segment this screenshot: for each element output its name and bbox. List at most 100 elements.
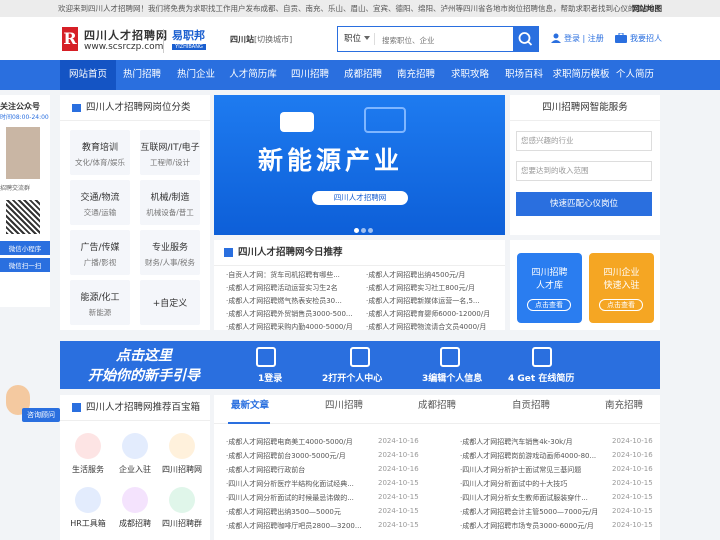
article-item[interactable]: ·四川人才网分析医疗半结构化面试经典... <box>226 479 368 489</box>
nav-item-hot-jobs[interactable]: 热门招聘 <box>116 60 168 90</box>
category-name: 机械/制造 <box>150 193 190 203</box>
article-item[interactable]: ·成都人才网招聘咖啡厅吧员2800—3200... <box>226 521 368 531</box>
toolbox-chengdu-jobs[interactable]: 成都招聘 <box>110 487 160 529</box>
station-switch[interactable]: 四川站[切换城市] <box>230 34 292 45</box>
view-button[interactable]: 点击查看 <box>599 299 643 311</box>
category-professional[interactable]: 专业服务 财务/人事/税务 <box>140 230 200 275</box>
nav-item-templates[interactable]: 求职简历模板 <box>550 60 612 90</box>
partner-logo[interactable]: 易职邦 YIZHIBANG <box>172 27 206 53</box>
article-item[interactable]: ·四川人才网分析面试的时候最忌讳做的... <box>226 493 368 503</box>
toolbox-label: 企业入驻 <box>119 465 151 474</box>
industry-select[interactable]: 您感兴趣的行业 <box>516 131 652 151</box>
article-date: 2024-10-16 <box>378 437 419 445</box>
login-link[interactable]: 登录 <box>564 34 580 43</box>
site-logo[interactable]: R <box>62 27 78 51</box>
search-bar: 职位 <box>337 26 539 52</box>
article-date: 2024-10-16 <box>612 451 653 459</box>
tab-sichuan[interactable]: 四川招聘 <box>325 397 363 411</box>
nav-item-home[interactable]: 网站首页 <box>60 60 116 90</box>
news-item[interactable]: ·成都人才网招聘出纳4500元/月 <box>366 270 502 280</box>
article-item[interactable]: ·成都人才网招聘行政前台 <box>226 465 368 475</box>
service-hours: 时间08:00-24:00 <box>0 114 49 121</box>
toolbox-job-group[interactable]: 四川招聘群 <box>157 487 207 529</box>
nav-item-guide[interactable]: 求职攻略 <box>444 60 496 90</box>
tab-chengdu[interactable]: 成都招聘 <box>418 397 456 411</box>
category-name: 交通/物流 <box>80 193 120 203</box>
search-input[interactable] <box>382 33 502 47</box>
auth-links: 登录 | 注册 <box>564 34 604 43</box>
category-logistics[interactable]: 交通/物流 交通/运输 <box>70 180 130 225</box>
toolbox-hr-tools[interactable]: HR工具箱 <box>63 487 113 529</box>
nav-item-wiki[interactable]: 职场百科 <box>498 60 550 90</box>
scan-label[interactable]: 微信扫一扫 <box>0 258 50 272</box>
laptop-icon <box>364 107 406 133</box>
toolbox-sichuan-jobs[interactable]: 四川招聘网 <box>157 433 207 475</box>
view-button[interactable]: 点击查看 <box>527 299 571 311</box>
sitemap-link[interactable]: 网站地图 <box>632 0 662 17</box>
article-item[interactable]: ·成都人才网招聘会计主管5000—7000元/月 <box>460 507 602 517</box>
toolbox-icon <box>75 487 101 513</box>
news-item[interactable]: ·成都人才网招聘采购内勤4000-5000/月 <box>226 322 366 331</box>
switch-city-link[interactable]: [切换城市] <box>254 35 292 44</box>
news-item[interactable]: ·成都人才网招聘活动运营实习生2名 <box>226 283 366 293</box>
recruit-link[interactable]: 我要招人 <box>630 33 662 44</box>
company-join-tile[interactable]: 四川企业 快速入驻 点击查看 <box>589 253 654 323</box>
consult-widget[interactable]: 咨询顾问 <box>2 385 60 433</box>
salary-select[interactable]: 您要达到的收入范围 <box>516 161 652 181</box>
news-item[interactable]: ·成都人才网招聘物流请合文员4000/月 <box>366 322 502 331</box>
article-item[interactable]: ·四川人才网分析护士面试常见三基问题 <box>460 465 602 475</box>
category-internet[interactable]: 互联网/IT/电子 工程师/设计 <box>140 130 200 175</box>
category-custom[interactable]: +自定义 <box>140 280 200 325</box>
carousel-dot[interactable] <box>368 228 373 233</box>
briefcase-icon <box>615 33 627 43</box>
talent-pool-tile[interactable]: 四川招聘 人才库 点击查看 <box>517 253 582 323</box>
nav-item-chengdu[interactable]: 成都招聘 <box>337 60 389 90</box>
nav-item-nanchong[interactable]: 南充招聘 <box>390 60 442 90</box>
gift-icon <box>72 403 81 412</box>
news-item[interactable]: ·成都人才网招聘实习社工800元/月 <box>366 283 502 293</box>
hero-banner[interactable]: 新能源产业 四川人才招聘网 <box>214 95 505 235</box>
nav-item-sichuan[interactable]: 四川招聘 <box>284 60 336 90</box>
site-title[interactable]: 四川人才招聘网 <box>84 27 168 43</box>
category-education[interactable]: 教育培训 文化/体育/娱乐 <box>70 130 130 175</box>
article-item[interactable]: ·成都人才网招聘电商美工4000-5000/月 <box>226 437 368 447</box>
search-type-select[interactable]: 职位 <box>344 27 361 51</box>
tab-zigong[interactable]: 自贡招聘 <box>512 397 550 411</box>
article-item[interactable]: ·四川人才网分析女生教师面试服装穿什... <box>460 493 602 503</box>
news-item[interactable]: ·自贡人才网：货车司机招聘有哪些... <box>226 270 366 280</box>
guide-step: 1登录 <box>258 374 283 384</box>
guide-step: 3编辑个人信息 <box>422 374 483 384</box>
article-item[interactable]: ·成都人才网招聘出纳3500—5000元 <box>226 507 368 517</box>
register-link[interactable]: 注册 <box>588 34 604 43</box>
article-item[interactable]: ·成都人才网招聘前台3000-5000元/月 <box>226 451 368 461</box>
tab-latest[interactable]: 最新文章 <box>231 397 269 411</box>
mini-program-label[interactable]: 微信小程序 <box>0 241 50 255</box>
article-item[interactable]: ·四川人才网分析面试中的十大技巧 <box>460 479 602 489</box>
category-sub: 工程师/设计 <box>149 158 191 167</box>
toolbox-life-service[interactable]: 生活服务 <box>63 433 113 475</box>
news-item[interactable]: ·成都人才网招聘育婴师6000-12000/月 <box>366 309 502 319</box>
article-item[interactable]: ·成都人才网招聘市场专员3000-6000元/月 <box>460 521 602 531</box>
category-sub: 新能源 <box>88 308 112 317</box>
article-item[interactable]: ·成都人才网招聘汽车销售4k-30k/月 <box>460 437 602 447</box>
article-item[interactable]: ·成都人才网招聘岗前游戏动画师4000-80... <box>460 451 602 461</box>
carousel-dot[interactable] <box>361 228 366 233</box>
nav-item-resume[interactable]: 个人简历 <box>612 60 658 90</box>
category-media[interactable]: 广告/传媒 广播/影视 <box>70 230 130 275</box>
category-machinery[interactable]: 机械/制造 机械设备/普工 <box>140 180 200 225</box>
carousel-dot[interactable] <box>354 228 359 233</box>
nav-item-resume-library[interactable]: 人才简历库 <box>224 60 282 90</box>
category-title: 四川人才招聘网岗位分类 <box>86 102 191 113</box>
search-button[interactable] <box>513 27 538 51</box>
nav-item-hot-companies[interactable]: 热门企业 <box>170 60 222 90</box>
toolbox-company-join[interactable]: 企业入驻 <box>110 433 160 475</box>
match-button[interactable]: 快速匹配心仪岗位 <box>516 192 652 216</box>
newbie-guide-banner[interactable]: 点击这里 开始你的新手引导 1登录 2打开个人中心 3编辑个人信息 4 Get … <box>60 341 660 389</box>
news-item[interactable]: ·成都人才网招聘燃气热表安检员30... <box>226 296 366 306</box>
category-energy[interactable]: 能源/化工 新能源 <box>70 280 130 325</box>
recommend-panel: 四川人才招聘网今日推荐 ·自贡人才网：货车司机招聘有哪些... ·成都人才网招聘… <box>214 240 505 331</box>
news-item[interactable]: ·成都人才网招聘新媒体运营一名,5... <box>366 296 502 306</box>
news-item[interactable]: ·成都人才网招聘外贸销售员3000-500... <box>226 309 366 319</box>
tab-nanchong[interactable]: 南充招聘 <box>605 397 643 411</box>
article-date: 2024-10-16 <box>378 451 419 459</box>
